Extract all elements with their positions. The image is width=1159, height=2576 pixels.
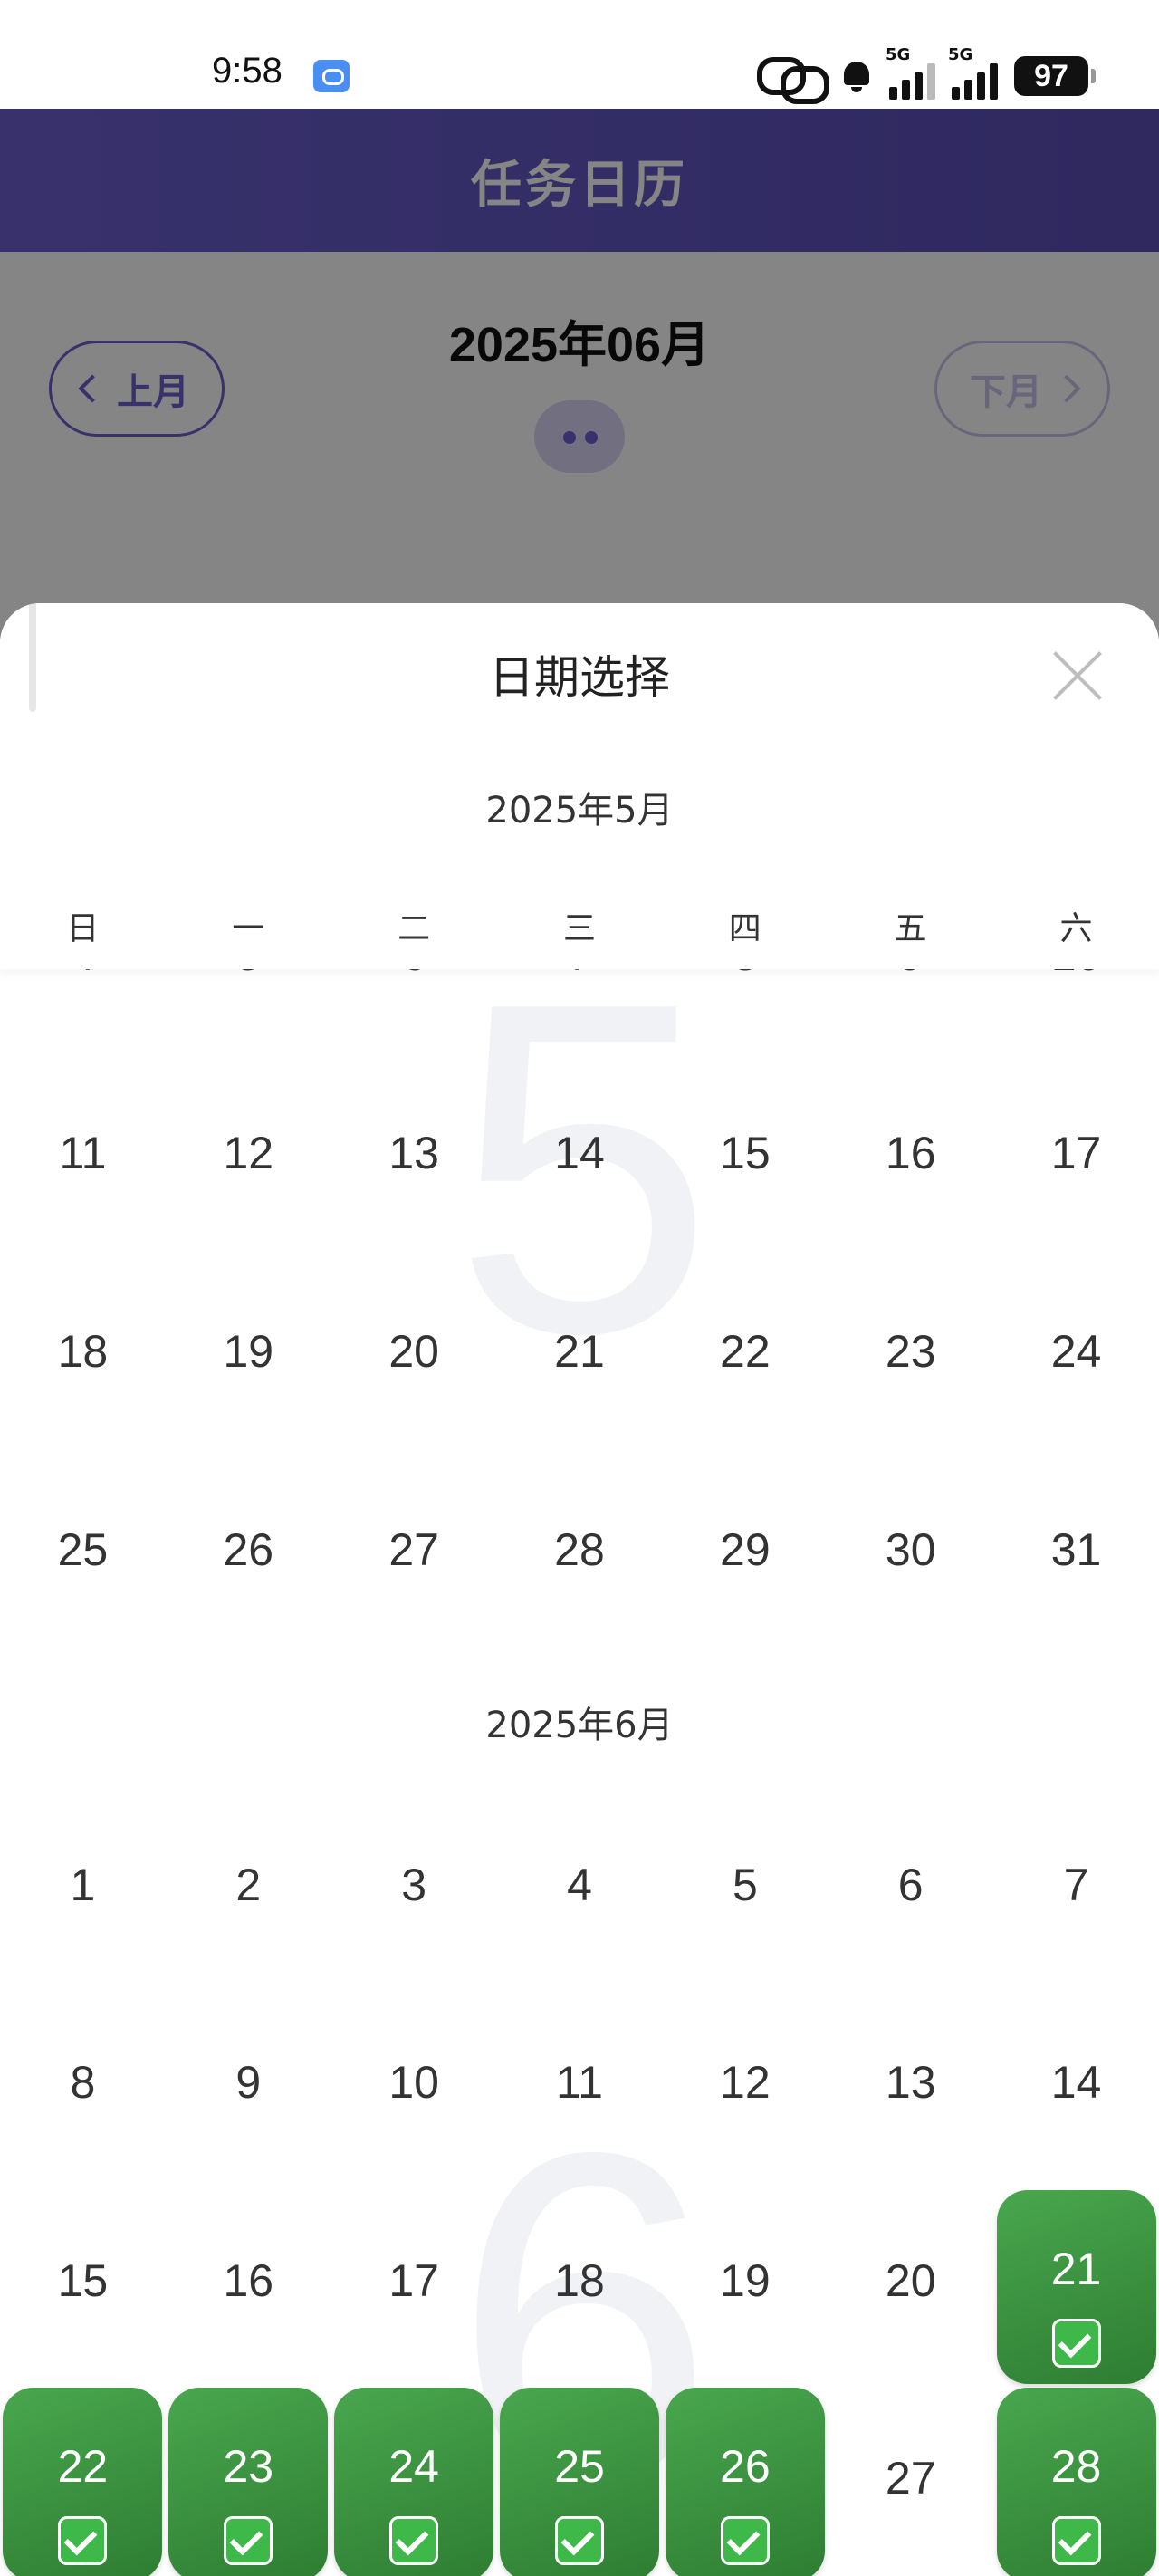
day-number: 22 xyxy=(57,2441,109,2492)
check-mark-icon xyxy=(720,2516,770,2565)
status-time: 9:58 xyxy=(212,51,283,91)
day-cell[interactable]: 16 xyxy=(828,1054,993,1252)
day-cell[interactable]: 28 xyxy=(497,1451,663,1648)
day-cell[interactable]: 19 xyxy=(662,2182,828,2379)
weekday-mon: 一 xyxy=(232,910,265,947)
day-cell[interactable]: 29 xyxy=(662,1451,828,1648)
day-cell[interactable]: 6 xyxy=(828,1786,993,1984)
close-icon[interactable] xyxy=(1050,649,1105,703)
link-app-icon xyxy=(313,60,350,92)
day-cell-completed[interactable]: 23 xyxy=(168,2388,329,2576)
sticky-month-label: 2025年5月 xyxy=(485,790,674,831)
day-cell[interactable]: 12 xyxy=(166,1054,331,1252)
day-cell[interactable]: 23 xyxy=(828,1253,993,1450)
day-cell[interactable]: 2 xyxy=(166,1786,331,1984)
weekday-tue: 二 xyxy=(398,910,431,947)
day-number: 23 xyxy=(223,2441,274,2492)
day-cell[interactable]: 11 xyxy=(497,1984,663,2181)
day-cell[interactable]: 20 xyxy=(331,1253,497,1450)
status-icons: 5G 5G 97 xyxy=(757,45,1096,104)
day-cell[interactable]: 18 xyxy=(0,1253,166,1450)
day-cell[interactable]: 24 xyxy=(993,1253,1159,1450)
day-cell[interactable]: 13 xyxy=(331,1054,497,1252)
day-cell[interactable]: 26 xyxy=(166,1451,331,1648)
day-cell[interactable]: 17 xyxy=(993,1054,1159,1252)
signal-2-icon: 5G xyxy=(948,45,998,100)
calendar-months: 5645678910111213141516171819202122232425… xyxy=(0,929,1159,2576)
day-cell[interactable]: 12 xyxy=(662,1984,828,2181)
signal-1-icon: 5G xyxy=(886,45,935,100)
day-cell[interactable]: 21 xyxy=(497,1253,663,1450)
day-number: 25 xyxy=(554,2441,605,2492)
status-bar: 9:58 5G 5G 97 xyxy=(0,0,1159,109)
day-cell-completed[interactable]: 22 xyxy=(3,2388,163,2576)
day-number: 28 xyxy=(1050,2441,1102,2492)
weekday-sat: 六 xyxy=(1059,910,1093,947)
day-cell[interactable]: 4 xyxy=(497,1786,663,1984)
day-number: 24 xyxy=(388,2441,439,2492)
weekday-wed: 三 xyxy=(562,910,596,947)
day-cell[interactable]: 8 xyxy=(0,1984,166,2181)
day-number: 21 xyxy=(1050,2244,1102,2294)
day-cell[interactable]: 13 xyxy=(828,1984,993,2181)
month-label-june: 2025年6月 xyxy=(485,1705,674,1746)
check-mark-icon xyxy=(389,2516,439,2565)
day-cell[interactable]: 22 xyxy=(662,1253,828,1450)
day-cell[interactable]: 3 xyxy=(331,1786,497,1984)
check-mark-icon xyxy=(1051,2319,1101,2368)
day-cell[interactable]: 27 xyxy=(331,1451,497,1648)
day-cell[interactable]: 10 xyxy=(331,1984,497,2181)
day-cell[interactable]: 18 xyxy=(497,2182,663,2379)
day-cell[interactable]: 31 xyxy=(993,1451,1159,1648)
network-label-1: 5G xyxy=(886,45,911,64)
day-cell[interactable]: 25 xyxy=(0,1451,166,1648)
day-cell[interactable]: 19 xyxy=(166,1253,331,1450)
day-cell[interactable]: 7 xyxy=(993,1786,1159,1984)
day-cell[interactable]: 30 xyxy=(828,1451,993,1648)
day-number: 26 xyxy=(720,2441,771,2492)
network-label-2: 5G xyxy=(948,45,973,64)
day-cell[interactable]: 9 xyxy=(166,1984,331,2181)
weekday-thu: 四 xyxy=(728,910,761,947)
day-cell[interactable]: 14 xyxy=(993,1984,1159,2181)
day-cell[interactable]: 11 xyxy=(0,1054,166,1252)
day-cell[interactable]: 14 xyxy=(497,1054,663,1252)
day-cell[interactable]: 17 xyxy=(331,2182,497,2379)
date-picker-sheet: 日期选择 2025年5月 日 一 二 三 四 五 六 5645678910111… xyxy=(0,603,1159,2576)
day-cell[interactable]: 16 xyxy=(166,2182,331,2379)
day-cell-completed[interactable]: 21 xyxy=(996,2190,1156,2384)
hd-call-icon xyxy=(757,57,829,104)
day-cell[interactable]: 27 xyxy=(828,2379,993,2576)
sheet-header: 日期选择 2025年5月 日 一 二 三 四 五 六 xyxy=(0,603,1159,969)
day-cell[interactable]: 5 xyxy=(662,1786,828,1984)
weekday-sun: 日 xyxy=(66,910,100,947)
vibrate-bell-icon xyxy=(840,58,873,94)
check-mark-icon xyxy=(1051,2516,1101,2565)
day-cell-completed[interactable]: 26 xyxy=(665,2388,825,2576)
check-mark-icon xyxy=(58,2516,108,2565)
day-cell-completed[interactable]: 25 xyxy=(500,2388,659,2576)
sheet-title: 日期选择 xyxy=(489,651,670,704)
weekday-header: 日 一 二 三 四 五 六 xyxy=(0,902,1159,949)
weekday-fri: 五 xyxy=(894,910,927,947)
check-mark-icon xyxy=(224,2516,273,2565)
day-cell-completed[interactable]: 24 xyxy=(334,2388,494,2576)
day-cell[interactable]: 1 xyxy=(0,1786,166,1984)
day-cell[interactable]: 15 xyxy=(662,1054,828,1252)
day-cell[interactable]: 15 xyxy=(0,2182,166,2379)
check-mark-icon xyxy=(555,2516,604,2565)
day-cell[interactable]: 20 xyxy=(828,2182,993,2379)
battery-indicator: 97 xyxy=(1014,56,1096,96)
day-cell-completed[interactable]: 28 xyxy=(996,2388,1156,2576)
